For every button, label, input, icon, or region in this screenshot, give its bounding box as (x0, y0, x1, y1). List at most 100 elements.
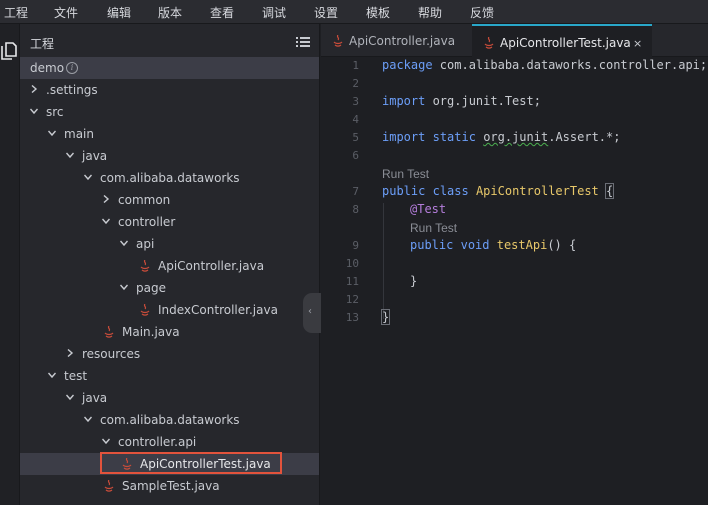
tree-item-package[interactable]: com.alibaba.dataworks (20, 167, 319, 189)
tree-item-controller[interactable]: controller (20, 211, 319, 233)
tree-item-api[interactable]: api (20, 233, 319, 255)
menu-version[interactable]: 版本 (158, 4, 182, 21)
tree-item-label: page (136, 281, 166, 295)
run-test-codelens[interactable]: Run Test (410, 221, 457, 235)
tree-item-common[interactable]: common (20, 189, 319, 211)
files-icon[interactable] (1, 42, 17, 60)
tab-apicontrollertest[interactable]: ApiControllerTest.java × (472, 24, 652, 57)
explorer-header: 工程 (20, 24, 319, 57)
tree-item-test-package[interactable]: com.alibaba.dataworks (20, 409, 319, 431)
tree-item-label: api (136, 237, 155, 251)
line-number: 7 (352, 185, 359, 198)
line-number: 4 (352, 113, 359, 126)
chevron-down-icon (30, 108, 38, 115)
line-number: 13 (345, 311, 359, 324)
menu-edit[interactable]: 编辑 (107, 4, 131, 21)
line-number: 9 (352, 239, 359, 252)
tree-item-test-java[interactable]: java (20, 387, 319, 409)
menu-debug[interactable]: 调试 (262, 4, 286, 21)
line-number: 3 (352, 95, 359, 108)
tree-item-label: controller.api (118, 435, 197, 449)
tree-item-demo[interactable]: demo i (20, 57, 319, 79)
code-line-5: import static org.junit.Assert.*; (382, 130, 621, 144)
tree-item-apicontroller[interactable]: ApiController.java (20, 255, 319, 277)
line-number: 5 (352, 131, 359, 144)
code-line-13: } (380, 309, 391, 325)
tree-item-label: com.alibaba.dataworks (100, 413, 240, 427)
code-line-7: public class ApiControllerTest { (382, 183, 615, 199)
tree-item-page[interactable]: page (20, 277, 319, 299)
tree-item-label: IndexController.java (158, 303, 278, 317)
chevron-down-icon (48, 130, 56, 137)
info-icon[interactable]: i (66, 62, 78, 74)
line-number: 12 (345, 293, 359, 306)
menu-bar: 工程 文件 编辑 版本 查看 调试 设置 模板 帮助 反馈 (0, 0, 708, 24)
code-line-11: } (410, 274, 418, 288)
chevron-left-icon: ‹ (308, 306, 312, 317)
tree-item-test[interactable]: test (20, 365, 319, 387)
run-test-codelens[interactable]: Run Test (382, 167, 429, 181)
chevron-down-icon (120, 284, 128, 291)
tree-item-controller-api[interactable]: controller.api (20, 431, 319, 453)
code-line-9: public void testApi() { (410, 238, 577, 252)
project-explorer: 工程 demo i .settings src main java com.al… (20, 24, 320, 505)
line-number: 6 (352, 149, 359, 162)
chevron-right-icon (67, 349, 74, 357)
code-editor[interactable]: 1 2 3 4 5 6 7 8 9 10 11 12 13 package co… (321, 57, 708, 505)
line-number: 8 (352, 203, 359, 216)
tree-item-label: .settings (46, 83, 98, 97)
chevron-right-icon (103, 195, 110, 203)
code-line-8: @Test (410, 202, 447, 216)
editor-tabs: ApiController.java ApiControllerTest.jav… (321, 24, 708, 57)
chevron-down-icon (102, 218, 110, 225)
chevron-down-icon (120, 240, 128, 247)
tree-item-label: java (82, 391, 108, 405)
tree-item-indexcontroller[interactable]: IndexController.java (20, 299, 319, 321)
menu-help[interactable]: 帮助 (418, 4, 442, 21)
menu-settings[interactable]: 设置 (314, 4, 338, 21)
java-file-icon (484, 37, 494, 49)
tab-label: ApiControllerTest.java (500, 36, 631, 50)
menu-template[interactable]: 模板 (366, 4, 390, 21)
tree-item-label: com.alibaba.dataworks (100, 171, 240, 185)
tree-item-label: controller (118, 215, 176, 229)
tree-item-settings[interactable]: .settings (20, 79, 319, 101)
java-file-icon (333, 35, 343, 47)
sidebar-collapse-handle[interactable]: ‹ (303, 293, 321, 333)
chevron-down-icon (66, 394, 74, 401)
tree-item-label: src (46, 105, 64, 119)
list-icon[interactable] (296, 36, 310, 48)
indent-guide (383, 203, 384, 319)
tree-item-src[interactable]: src (20, 101, 319, 123)
tree-item-main[interactable]: main (20, 123, 319, 145)
selection-highlight (100, 452, 282, 474)
tab-apicontroller[interactable]: ApiController.java (321, 24, 471, 57)
tree-item-label: Main.java (122, 325, 180, 339)
menu-view[interactable]: 查看 (210, 4, 234, 21)
tree-item-main-java[interactable]: Main.java (20, 321, 319, 343)
tree-item-label: java (82, 149, 108, 163)
java-file-icon (104, 326, 114, 338)
chevron-down-icon (84, 416, 92, 423)
tree-item-label: resources (82, 347, 141, 361)
tree-item-label: ApiController.java (158, 259, 265, 273)
tree-item-sampletest[interactable]: SampleTest.java (20, 475, 319, 497)
explorer-title: 工程 (30, 37, 55, 51)
tree-item-label: SampleTest.java (122, 479, 220, 493)
chevron-down-icon (84, 174, 92, 181)
menu-feedback[interactable]: 反馈 (470, 4, 494, 21)
line-number: 1 (352, 59, 359, 72)
menu-file[interactable]: 文件 (54, 4, 78, 21)
line-number: 10 (345, 257, 359, 270)
tree-item-resources[interactable]: resources (20, 343, 319, 365)
menu-project[interactable]: 工程 (4, 4, 28, 21)
close-icon[interactable]: × (633, 37, 642, 50)
tree-item-java[interactable]: java (20, 145, 319, 167)
code-line-3: import org.junit.Test; (382, 94, 541, 108)
java-file-icon (140, 260, 150, 272)
line-number: 2 (352, 77, 359, 90)
chevron-down-icon (102, 438, 110, 445)
chevron-down-icon (48, 372, 56, 379)
activity-bar (0, 24, 20, 505)
chevron-right-icon (31, 85, 38, 93)
